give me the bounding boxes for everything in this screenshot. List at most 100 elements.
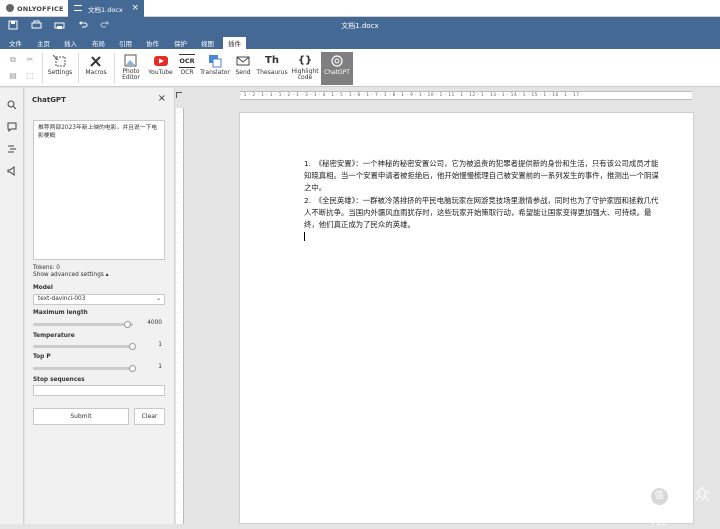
highlight-code-label: Highlight code	[291, 68, 319, 81]
translator-icon	[207, 54, 223, 68]
max-length-value: 4000	[147, 320, 162, 326]
photo-editor-icon	[123, 54, 139, 68]
stop-sequences-label: Stop sequences	[33, 377, 85, 383]
chatgpt-icon	[329, 54, 345, 68]
youtube-button[interactable]: YouTube	[147, 52, 174, 85]
document-title: 文档1.docx	[341, 22, 379, 30]
toolbar-divider	[114, 53, 115, 83]
chatgpt-panel: ChatGPT × 推荐两部2023年新上映的电影，并且说一下电影梗概 Toke…	[25, 88, 175, 524]
photo-editor-label: Photo Editor	[122, 68, 140, 81]
watermark: 值新 众观	[651, 481, 720, 529]
model-select[interactable]: text-davinci-003 ⌄	[33, 294, 165, 305]
panel-title: ChatGPT	[32, 96, 66, 104]
top-p-slider[interactable]	[33, 365, 136, 372]
tab-collaboration[interactable]: 协作	[141, 37, 164, 49]
tab-layout[interactable]: 布局	[87, 37, 110, 49]
comments-icon[interactable]	[6, 122, 18, 134]
document-paragraph: 1. 《秘密安置》：一个神秘的秘密安置公司，它为被追责的犯罪者提供新的身份和生活…	[304, 159, 659, 193]
document-page[interactable]: 1. 《秘密安置》：一个神秘的秘密安置公司，它为被追责的犯罪者提供新的身份和生活…	[239, 112, 694, 524]
photo-editor-button[interactable]: Photo Editor	[118, 52, 144, 85]
tab-home[interactable]: 主页	[32, 37, 55, 49]
highlight-code-button[interactable]: {} Highlight code	[291, 52, 319, 85]
max-length-slider[interactable]	[33, 321, 133, 328]
search-icon[interactable]	[6, 100, 18, 112]
tab-protection[interactable]: 保护	[169, 37, 192, 49]
horizontal-ruler[interactable]: · 1 · 2 · 1 · 1 · 1 · 2 · 1 · 3 · 1 · 4 …	[240, 91, 692, 100]
top-p-label: Top P	[33, 354, 51, 360]
model-label: Model	[33, 285, 53, 291]
toolbar-divider	[78, 53, 79, 83]
max-length-label: Maximum length	[33, 310, 88, 316]
thesaurus-button[interactable]: Th Thesaurus	[255, 52, 289, 85]
document-menu-icon	[74, 5, 82, 11]
navigation-icon[interactable]	[6, 144, 18, 156]
document-paragraph: 2. 《全民英雄》：一群被冷落排挤的平民电脑玩家在网游竞技场里激情参战，同时也为…	[304, 195, 659, 230]
paste-icon[interactable]: ▤	[8, 71, 18, 81]
vertical-ruler-ticks: · · · · · · · · · · · · · · · · · · · · · · · · · · · · · · · · · · · · · · · ·…	[177, 110, 179, 515]
document-tab[interactable]: 文档1.docx ×	[68, 0, 144, 17]
document-tab-label: 文档1.docx	[88, 6, 123, 14]
clear-button[interactable]: Clear	[134, 408, 165, 425]
send-button[interactable]: Send	[233, 52, 253, 85]
text-cursor	[304, 232, 305, 242]
prompt-textarea[interactable]: 推荐两部2023年新上映的电影，并且说一下电影梗概	[33, 120, 165, 260]
thesaurus-label: Thesaurus	[256, 69, 288, 76]
tab-close-icon[interactable]: ×	[131, 3, 139, 13]
temperature-value: 1	[158, 342, 162, 348]
tab-stop-icon[interactable]	[176, 92, 182, 98]
slider-knob[interactable]	[124, 321, 131, 328]
select-all-icon[interactable]: ⬚	[25, 71, 35, 81]
tokens-count: Tokens: 0	[33, 265, 60, 271]
youtube-label: YouTube	[148, 69, 173, 76]
youtube-icon	[153, 54, 169, 68]
tab-file[interactable]: 文件	[4, 37, 27, 49]
plugins-toolbar: ⧉ ✂ ▤ ⬚ Settings Macros Photo Editor You…	[0, 49, 720, 87]
tab-insert[interactable]: 插入	[59, 37, 82, 49]
close-icon[interactable]: ×	[158, 93, 166, 104]
tab-references[interactable]: 引用	[114, 37, 137, 49]
tab-view[interactable]: 视图	[196, 37, 219, 49]
chevron-down-icon: ⌄	[155, 295, 161, 302]
submit-button[interactable]: Submit	[33, 408, 129, 425]
app-logo: ONLYOFFICE	[6, 4, 64, 13]
document-body[interactable]: 1. 《秘密安置》：一个神秘的秘密安置公司，它为被追责的犯罪者提供新的身份和生活…	[304, 158, 664, 242]
model-value: text-davinci-003	[38, 296, 86, 302]
code-braces-icon: {}	[297, 55, 313, 66]
macros-button[interactable]: Macros	[82, 52, 110, 85]
send-label: Send	[235, 69, 251, 76]
stop-sequences-input[interactable]	[33, 385, 165, 396]
onlyoffice-logo-icon	[6, 4, 14, 12]
menu-bar: 文件 主页 插入 布局 引用 协作 保护 视图 插件	[0, 35, 720, 49]
ruler-ticks: · 1 · 2 · 1 · 1 · 1 · 2 · 1 · 3 · 1 · 4 …	[240, 93, 584, 98]
advanced-settings-toggle[interactable]: Show advanced settings ▴	[33, 272, 109, 278]
chatgpt-label: ChatGPT	[324, 69, 350, 76]
top-p-value: 1	[158, 364, 162, 370]
macros-label: Macros	[85, 69, 107, 76]
ocr-icon: OCR	[179, 54, 195, 68]
settings-button[interactable]: Settings	[47, 52, 73, 85]
ocr-label: OCR	[180, 69, 194, 76]
settings-icon	[52, 54, 68, 68]
vertical-ruler[interactable]: · · · · · · · · · · · · · · · · · · · · · · · · · · · · · · · · · · · · · · · ·…	[176, 108, 184, 524]
temperature-label: Temperature	[33, 333, 75, 339]
macros-wrench-icon	[88, 54, 104, 68]
cut-icon[interactable]: ✂	[25, 55, 35, 65]
watermark-badge: 值	[651, 488, 668, 505]
temperature-slider[interactable]	[33, 343, 136, 350]
thesaurus-icon: Th	[265, 55, 279, 66]
toolbar-divider	[42, 53, 43, 83]
translator-label: Translator	[200, 69, 230, 76]
translator-button[interactable]: Translator	[200, 52, 230, 85]
editor-area: · 1 · 2 · 1 · 1 · 1 · 2 · 1 · 3 · 1 · 4 …	[176, 88, 720, 524]
slider-knob[interactable]	[129, 365, 136, 372]
title-bar: ONLYOFFICE 文档1.docx ×	[0, 0, 720, 17]
chatgpt-button[interactable]: ChatGPT	[321, 52, 353, 85]
slider-knob[interactable]	[129, 343, 136, 350]
copy-icon[interactable]: ⧉	[8, 55, 18, 65]
left-navigation	[0, 88, 24, 524]
settings-label: Settings	[47, 69, 73, 76]
tab-plugins[interactable]: 插件	[223, 37, 246, 49]
feedback-icon[interactable]	[6, 166, 18, 178]
header-bar: 文档1.docx	[0, 17, 720, 35]
ocr-button[interactable]: OCR OCR	[177, 52, 197, 85]
